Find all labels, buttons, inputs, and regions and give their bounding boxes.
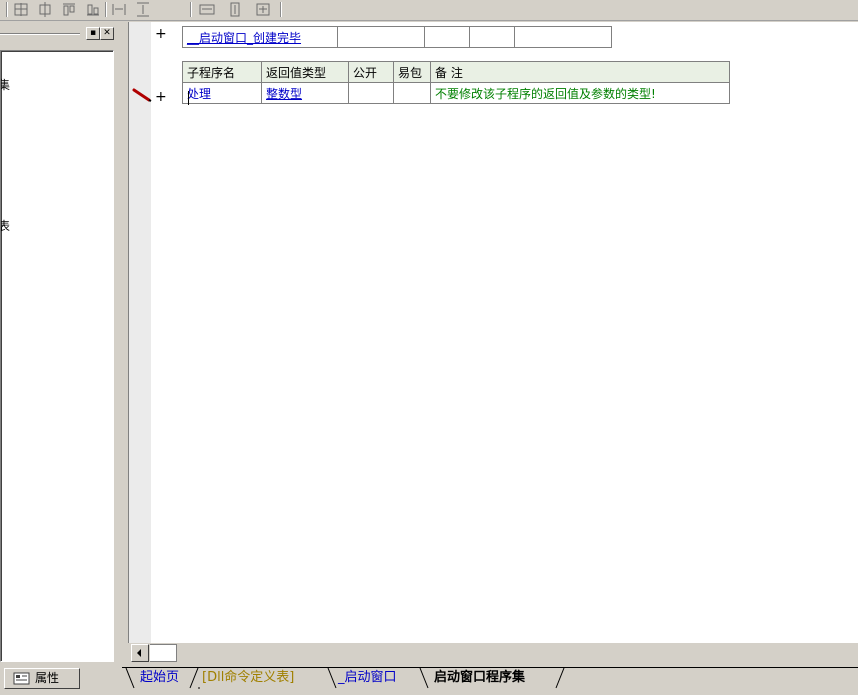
expand-program-set-icon[interactable]: + [155, 26, 167, 42]
toolbar-separator [105, 2, 107, 17]
scroll-track[interactable] [150, 644, 177, 662]
same-width-icon[interactable] [198, 1, 216, 18]
current-line-pen-icon [132, 88, 152, 105]
header-name: 子程序名 [182, 61, 262, 83]
align-vertical-center-icon[interactable] [36, 1, 54, 18]
tab-startup-window-program-set[interactable]: 启动窗口程序集 [434, 668, 525, 688]
expand-subroutine-icon[interactable]: + [155, 89, 167, 105]
toolbar-separator [190, 2, 192, 17]
table-cell[interactable] [424, 26, 470, 48]
scroll-left-icon[interactable] [131, 644, 149, 662]
toolbar-separator [6, 2, 8, 17]
distribute-horizontal-icon[interactable] [110, 1, 128, 18]
tree-item[interactable]: 表 [1, 217, 10, 234]
align-horizontal-center-icon[interactable] [12, 1, 30, 18]
panel-restore-icon[interactable]: ▪ [86, 27, 100, 40]
tab-separator [189, 668, 200, 689]
table-cell[interactable] [469, 26, 515, 48]
tab-startup-window[interactable]: _启动窗口 [338, 668, 397, 688]
subroutine-name-cell[interactable]: 处理 [182, 82, 262, 104]
same-height-icon[interactable] [226, 1, 244, 18]
header-easy-package: 易包 [393, 61, 431, 83]
table-row[interactable]: 处理 整数型 不要修改该子程序的返回值及参数的类型! [182, 82, 730, 104]
properties-tab-label: 属性 [35, 671, 60, 685]
horizontal-scrollbar[interactable] [128, 643, 858, 662]
header-return-type: 返回值类型 [261, 61, 349, 83]
properties-tab[interactable]: 属性 [4, 668, 80, 689]
program-set-name[interactable]: __启动窗口_创建完毕 [182, 26, 338, 48]
project-tree[interactable]: 集 表 [0, 50, 114, 662]
tab-start-page[interactable]: 起始页 [140, 668, 179, 688]
remark-cell[interactable]: 不要修改该子程序的返回值及参数的类型! [430, 82, 730, 104]
subroutine-table: 子程序名 返回值类型 公开 易包 备 注 处理 整数型 不要修改该子程序的返回值… [182, 61, 730, 104]
code-editor[interactable]: + __启动窗口_创建完毕 子程序名 返回值类型 公开 易包 备 注 处理 整数… [128, 22, 858, 643]
public-cell[interactable] [348, 82, 394, 104]
header-public: 公开 [348, 61, 394, 83]
toolbar-separator [280, 2, 282, 17]
tab-separator [555, 668, 565, 689]
tree-item[interactable]: 集 [1, 76, 10, 93]
return-type-cell[interactable]: 整数型 [261, 82, 349, 104]
program-set-table: __启动窗口_创建完毕 [182, 26, 612, 48]
tab-separator [419, 668, 429, 689]
header-remark: 备 注 [430, 61, 730, 83]
distribute-vertical-icon[interactable] [134, 1, 152, 18]
text-caret [188, 91, 189, 105]
table-cell[interactable] [337, 26, 425, 48]
document-tabbar: 起始页 [Dll命令定义表] _启动窗口 启动窗口程序集 [122, 667, 858, 695]
table-cell[interactable] [514, 26, 612, 48]
tab-separator [125, 668, 135, 689]
align-bottom-icon[interactable] [84, 1, 102, 18]
panel-title-bar [0, 33, 80, 35]
easy-package-cell[interactable] [393, 82, 431, 104]
panel-close-icon[interactable]: ✕ [100, 27, 114, 40]
same-size-icon[interactable] [254, 1, 272, 18]
editor-gutter [129, 22, 151, 643]
align-top-icon[interactable] [60, 1, 78, 18]
properties-icon [13, 671, 31, 692]
table-header-row: 子程序名 返回值类型 公开 易包 备 注 [182, 61, 730, 83]
tab-dll-commands[interactable]: [Dll命令定义表] [202, 668, 294, 688]
toolbar [0, 0, 858, 21]
left-panel: ▪ ✕ 集 表 [0, 22, 120, 662]
